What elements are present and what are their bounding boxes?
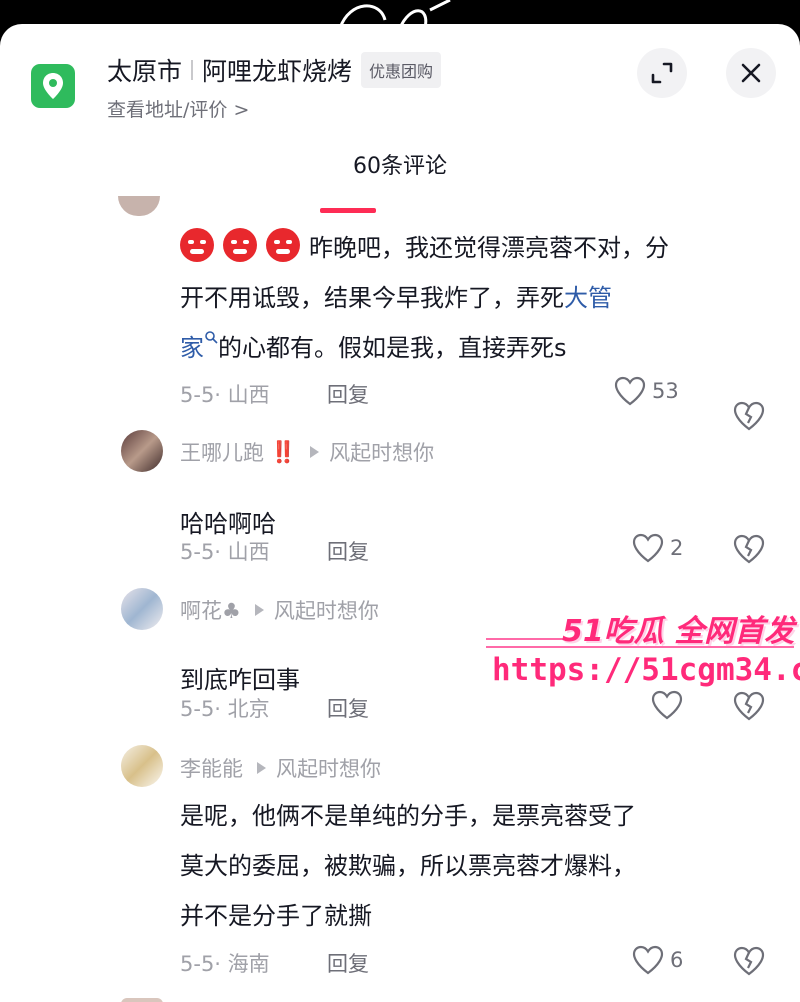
- search-icon[interactable]: [204, 330, 218, 344]
- comment-date-location: 5-5· 山西: [180, 540, 270, 564]
- comment-date-location: 5-5· 山西: [180, 383, 270, 407]
- reply-button[interactable]: 回复: [327, 379, 369, 409]
- comment-author-line: 李能能 风起时想你: [180, 753, 381, 783]
- sheet-header: 太原市 阿哩龙虾烧烤 优惠团购 查看地址/评价 > 60条评论: [0, 24, 800, 194]
- comment-text-line: 是呢，他俩不是单纯的分手，是票亮蓉受了: [180, 802, 636, 830]
- avatar[interactable]: [121, 745, 163, 787]
- like-button[interactable]: 2: [632, 533, 683, 563]
- broken-heart-icon: [733, 534, 765, 564]
- search-link[interactable]: 大管: [564, 284, 612, 312]
- comment-text-line: 莫大的委屈，被欺骗，所以票亮蓉才爆料，: [180, 852, 636, 880]
- like-button[interactable]: [651, 690, 689, 720]
- like-count: 2: [670, 536, 684, 560]
- reply-button[interactable]: 回复: [327, 948, 369, 978]
- view-address-link[interactable]: 查看地址/评价 >: [107, 95, 249, 122]
- close-icon: [741, 63, 761, 83]
- reply-arrow-icon: [257, 762, 266, 774]
- heart-icon: [614, 376, 646, 406]
- watermark-title: 51吃瓜 全网首发: [562, 614, 795, 649]
- broken-heart-icon: [733, 401, 765, 431]
- comment-body: 昨晚吧，我还觉得漂亮蓉不对，分 开不用诋毁，结果今早我炸了，弄死大管 家的心都有…: [180, 223, 669, 373]
- comment-date-location: 5-5· 北京: [180, 697, 270, 721]
- watermark-decor-line: [486, 638, 566, 640]
- comment-text-line: 开不用诋毁，结果今早我炸了，弄死: [180, 284, 564, 312]
- heart-icon: [651, 690, 683, 720]
- dislike-button[interactable]: [733, 401, 765, 435]
- broken-heart-icon: [733, 691, 765, 721]
- deal-tag[interactable]: 优惠团购: [361, 52, 442, 88]
- shop-name: 阿哩龙虾烧烤: [202, 57, 353, 86]
- user-badge: ‼️: [270, 439, 297, 464]
- angry-emoji-icon: [223, 228, 257, 262]
- comment-text-line: 的心都有。假如是我，直接弄死s: [218, 334, 567, 362]
- heart-icon: [632, 945, 664, 975]
- city-name: 太原市: [107, 57, 183, 86]
- watermark-url: https://51cgm34.com: [492, 652, 800, 688]
- expand-button[interactable]: [637, 48, 687, 98]
- expand-icon: [651, 62, 673, 84]
- comment-sheet: 太原市 阿哩龙虾烧烤 优惠团购 查看地址/评价 > 60条评论 昨晚吧，我还觉得…: [0, 24, 800, 1002]
- comment-count: 60条评论: [353, 154, 447, 179]
- reply-arrow-icon: [310, 446, 320, 458]
- avatar[interactable]: [121, 998, 163, 1002]
- reply-to-username[interactable]: 风起时想你: [276, 753, 381, 783]
- comment-author-line: 啊花♣ 风起时想你: [180, 595, 379, 625]
- reply-to-username[interactable]: 风起时想你: [329, 437, 434, 467]
- comment-author-line: 王哪儿跑 ‼️ 风起时想你: [180, 437, 434, 467]
- like-button[interactable]: 53: [614, 376, 679, 406]
- reply-to-username[interactable]: 风起时想你: [274, 595, 379, 625]
- close-button[interactable]: [726, 48, 776, 98]
- comment-text-line: 并不是分手了就撕: [180, 902, 372, 930]
- username[interactable]: 啊花♣: [180, 595, 241, 625]
- shop-title[interactable]: 太原市 阿哩龙虾烧烤 优惠团购: [107, 52, 442, 88]
- comment-date-location: 5-5· 海南: [180, 952, 270, 976]
- dislike-button[interactable]: [733, 691, 765, 725]
- angry-emoji-icon: [180, 228, 214, 262]
- like-count: 53: [652, 379, 679, 403]
- comment-body: 是呢，他俩不是单纯的分手，是票亮蓉受了 莫大的委屈，被欺骗，所以票亮蓉才爆料， …: [180, 791, 636, 941]
- dislike-button[interactable]: [733, 534, 765, 568]
- like-button[interactable]: 6: [632, 945, 683, 975]
- broken-heart-icon: [733, 946, 765, 976]
- heart-icon: [632, 533, 664, 563]
- search-link[interactable]: 家: [180, 334, 204, 362]
- avatar[interactable]: [121, 430, 163, 472]
- username[interactable]: 李能能: [180, 753, 243, 783]
- reply-arrow-icon: [254, 604, 264, 616]
- watermark-decor-line: [486, 646, 794, 648]
- avatar[interactable]: [118, 196, 160, 216]
- comment-text-line: 昨晚吧，我还觉得漂亮蓉不对，分: [309, 234, 669, 262]
- reply-button[interactable]: 回复: [327, 536, 369, 566]
- dislike-button[interactable]: [733, 946, 765, 980]
- title-divider: [191, 60, 194, 80]
- avatar[interactable]: [121, 588, 163, 630]
- author-badge: [320, 208, 376, 213]
- username[interactable]: 王哪儿跑: [180, 437, 264, 467]
- map-pin-icon[interactable]: [31, 64, 75, 108]
- like-count: 6: [670, 948, 684, 972]
- reply-button[interactable]: 回复: [327, 693, 369, 723]
- angry-emoji-icon: [266, 228, 300, 262]
